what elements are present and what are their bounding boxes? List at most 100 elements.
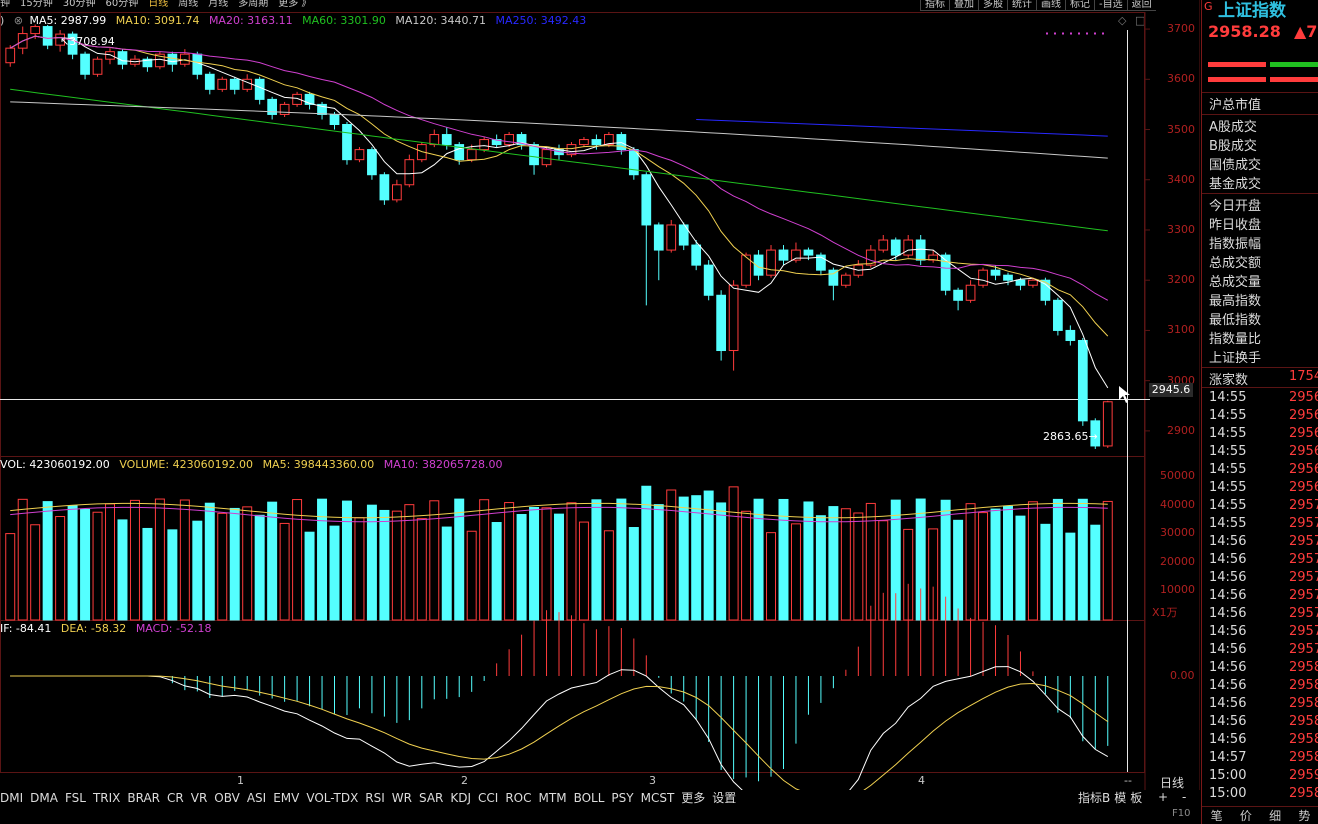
tick-time-0: 14:55 [1209, 390, 1247, 405]
volume-bar-32 [404, 504, 415, 621]
panel-label-b-1: B股成交 [1209, 139, 1257, 154]
tick-value-16: 2958 [1289, 678, 1318, 693]
indicator-tab-wr[interactable]: WR [392, 791, 412, 805]
candle-body-79 [990, 269, 1001, 276]
indicator-tab-obv[interactable]: OBV [214, 791, 240, 805]
indicator-tab-brar[interactable]: BRAR [127, 791, 160, 805]
candle-body-8 [105, 51, 115, 60]
indicator-tab-dma[interactable]: DMA [30, 791, 58, 805]
indicator-tab-mcst[interactable]: MCST [641, 791, 675, 805]
tick-time-2: 14:55 [1209, 426, 1247, 441]
volume-bar-63 [790, 523, 801, 621]
volume-bar-3 [42, 501, 53, 621]
candle-body-38 [479, 139, 490, 151]
volume-bar-21 [267, 501, 278, 621]
tick-value-5: 2956 [1289, 480, 1318, 495]
panel-sep-2 [1202, 193, 1318, 194]
zoom-out-button[interactable]: -- [1124, 774, 1132, 787]
zoom-minus-button[interactable]: - [1182, 790, 1186, 804]
panel-tab-0[interactable]: 笔 [1202, 807, 1231, 824]
indicator-tab-设置[interactable]: 设置 [712, 791, 736, 805]
kline-chart[interactable] [0, 0, 1200, 790]
volume-bar-44 [554, 513, 564, 621]
indicator-tab-vr[interactable]: VR [191, 791, 208, 805]
indicator-button-2[interactable]: 板 [1130, 791, 1142, 805]
candle-body-78 [978, 269, 988, 286]
tick-time-5: 14:55 [1209, 480, 1247, 495]
ratio-bar-up-3 [1270, 77, 1318, 82]
tick-time-11: 14:56 [1209, 588, 1247, 603]
vol-ma10-value: MA10: 382065728.00 [383, 458, 503, 471]
zoom-in-button[interactable]: + [1158, 790, 1168, 804]
indicator-button-0[interactable]: 指标B [1078, 791, 1110, 805]
volume-bar-83 [1040, 523, 1051, 621]
indicator-button-1[interactable]: 模 [1114, 791, 1126, 805]
volume-bar-50 [628, 527, 639, 621]
f10-button[interactable]: F10 [1172, 808, 1190, 819]
indicator-tab-rsi[interactable]: RSI [365, 791, 385, 805]
indicator-tab-cr[interactable]: CR [167, 791, 184, 805]
tick-time-1: 14:55 [1209, 408, 1247, 423]
volume-bar-9 [117, 519, 128, 621]
indicator-tab-cci[interactable]: CCI [478, 791, 498, 805]
panel-tab-1[interactable]: 价 [1231, 807, 1260, 824]
candle-body-18 [229, 78, 240, 90]
volume-bar-4 [55, 516, 66, 621]
panel-sep-1 [1202, 114, 1318, 115]
tick-value-18: 2958 [1289, 714, 1318, 729]
vol-axis-label-2: 30000 [1160, 526, 1195, 539]
candle-body-29 [367, 149, 377, 176]
panel-tab-2[interactable]: 细 [1261, 807, 1290, 824]
tick-time-10: 14:56 [1209, 570, 1247, 585]
volume-bar-2 [30, 524, 41, 621]
volume-bar-7 [92, 511, 103, 621]
indicator-tab-vol-tdx[interactable]: VOL-TDX [306, 791, 358, 805]
indicator-tab-mtm[interactable]: MTM [539, 791, 567, 805]
volume-bar-51 [641, 485, 652, 621]
indicator-tab-emv[interactable]: EMV [273, 791, 299, 805]
panel-tab-3[interactable]: 势 [1290, 807, 1318, 824]
panel-label-b-3: 基金成交 [1209, 177, 1262, 192]
price-axis-label-2: 3500 [1167, 122, 1195, 136]
indicator-tab-kdj[interactable]: KDJ [450, 791, 471, 805]
panel-separator [1202, 92, 1318, 93]
g-icon: G [1204, 0, 1213, 13]
candle-body-16 [204, 73, 215, 90]
rise-count-value: 1754 [1289, 369, 1318, 384]
macd-frame [0, 620, 1145, 773]
volume-bar-30 [379, 509, 390, 621]
tick-value-14: 2957 [1289, 642, 1318, 657]
panel-label-c-2: 指数振幅 [1209, 237, 1262, 252]
volume-bar-10 [129, 499, 140, 621]
candle-body-57 [716, 294, 726, 352]
candle-body-30 [379, 174, 390, 201]
indicator-tab-更多[interactable]: 更多 [681, 791, 705, 805]
volume-bar-40 [504, 502, 515, 621]
tick-value-2: 2956 [1289, 426, 1318, 441]
tick-time-20: 14:57 [1209, 750, 1247, 765]
tick-value-0: 2956 [1289, 390, 1318, 405]
indicator-tab-roc[interactable]: ROC [505, 791, 531, 805]
month-label-2: 3 [649, 774, 656, 787]
candle-body-43 [541, 149, 552, 166]
volume-bar-16 [204, 502, 215, 621]
volume-bar-78 [978, 512, 989, 621]
indicator-tab-trix[interactable]: TRIX [93, 791, 120, 805]
tick-time-17: 14:56 [1209, 696, 1247, 711]
volume-bar-57 [716, 502, 727, 621]
candle-body-70 [878, 239, 889, 251]
low-arrow-icon: → [1088, 430, 1098, 443]
panel-label-c-6: 最低指数 [1209, 313, 1262, 328]
indicator-tab-dmi[interactable]: DMI [0, 791, 23, 805]
indicator-tab-boll[interactable]: BOLL [574, 791, 605, 805]
indicator-tab-psy[interactable]: PSY [611, 791, 633, 805]
candle-body-13 [167, 53, 178, 65]
index-title: 上证指数 [1218, 1, 1286, 21]
volume-bar-43 [541, 507, 552, 621]
indicator-tab-asi[interactable]: ASI [247, 791, 266, 805]
ratio-bar-up-2 [1208, 77, 1266, 82]
volume-bar-20 [254, 514, 265, 621]
index-price: 2958.28 [1208, 22, 1281, 41]
indicator-tab-sar[interactable]: SAR [419, 791, 443, 805]
indicator-tab-fsl[interactable]: FSL [65, 791, 86, 805]
